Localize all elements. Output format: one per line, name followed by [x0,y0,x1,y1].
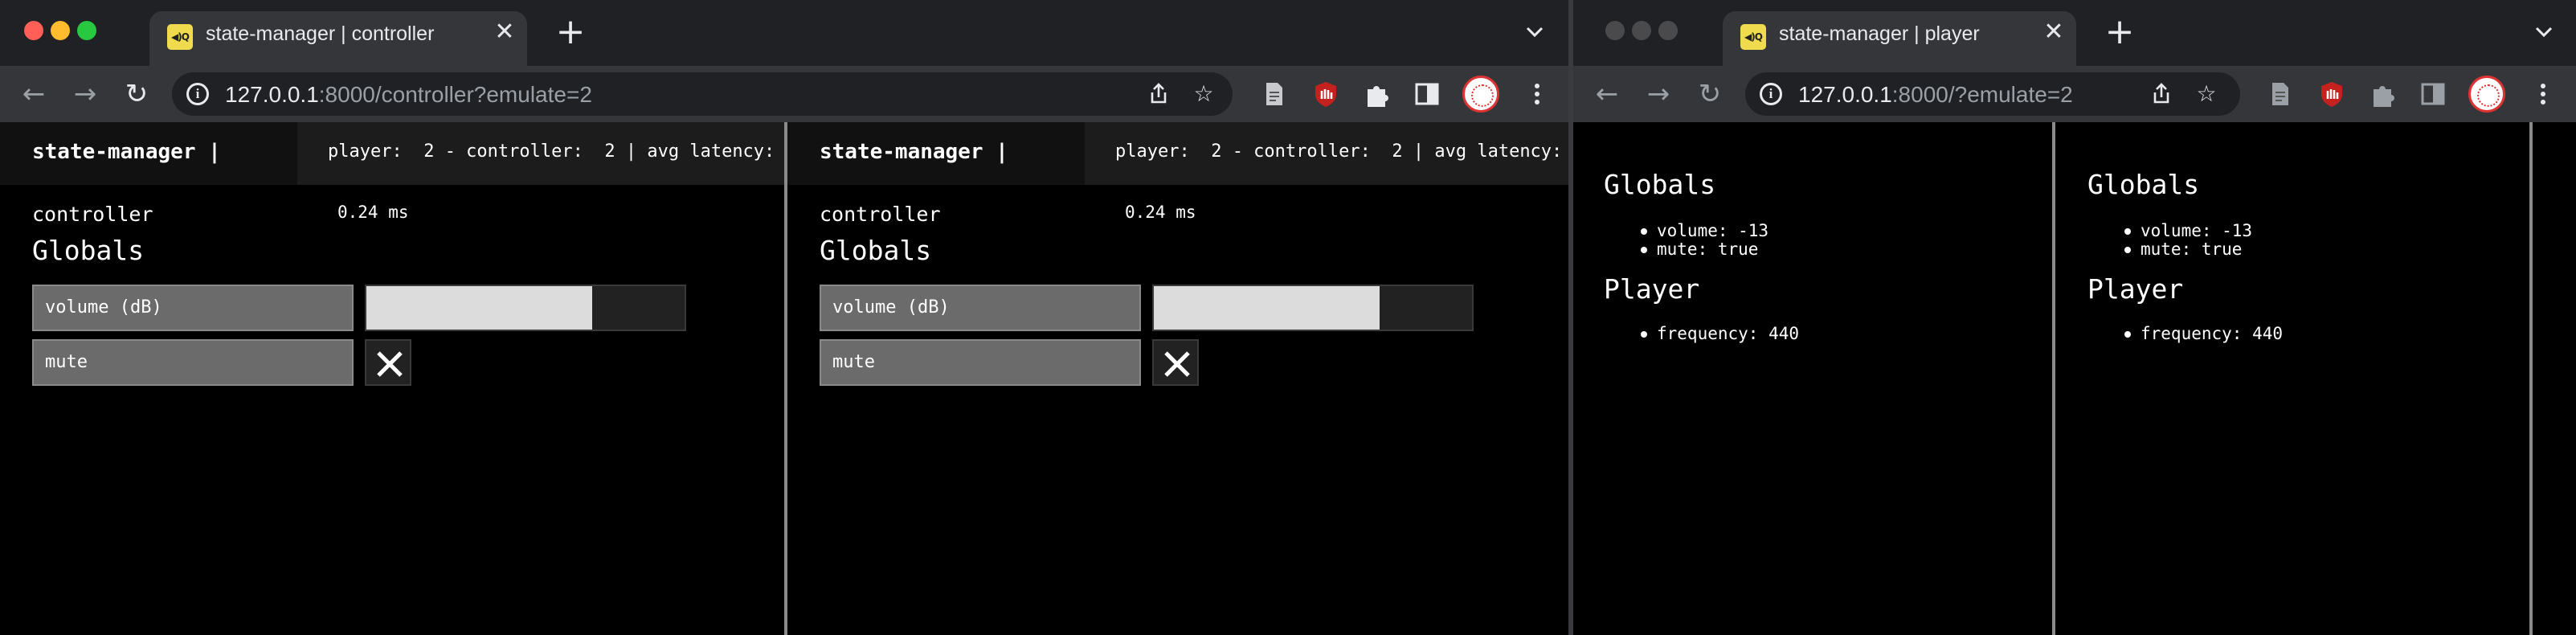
document-icon[interactable] [1260,80,1289,109]
page-viewport: Globals volume: -13 mute: true Player fr… [1573,122,2576,635]
controller-pane: state-manager | player: 2 - controller: … [787,122,1568,635]
player-heading: Player [1604,273,1700,305]
close-icon [377,351,403,377]
app-header: state-manager | player: 2 - controller: … [0,122,784,185]
globals-list: volume: -13 mute: true [1638,222,1768,259]
globals-heading: Globals [2087,169,2200,200]
back-icon[interactable]: ← [16,76,51,112]
close-icon [1164,351,1190,377]
address-bar[interactable]: i 127.0.0.1:8000/controller?emulate=2 ☆ [172,72,1233,116]
mute-toggle[interactable] [1152,339,1199,386]
player-pane: Globals volume: -13 mute: true Player fr… [1573,122,2052,635]
side-panel-icon[interactable] [2419,80,2447,109]
ublock-icon[interactable] [1311,80,1340,109]
browser-toolbar: ← → ↻ i 127.0.0.1:8000/controller?emulat… [0,66,1568,122]
browser-toolbar: ← → ↻ i 127.0.0.1:8000/?emulate=2 ☆ [1573,66,2576,122]
address-bar[interactable]: i 127.0.0.1:8000/?emulate=2 ☆ [1745,72,2240,116]
mute-toggle[interactable] [365,339,411,386]
document-icon[interactable] [2266,80,2295,109]
forward-icon[interactable]: → [67,76,103,112]
tab-strip: ◀)Q state-manager | player ✕ + [1573,0,2576,66]
list-item: mute: true [2121,240,2252,259]
info-icon[interactable]: i [186,83,209,105]
status-bar: player: 2 - controller: 2 | avg latency: [1085,122,1568,185]
player-heading: Player [2087,273,2184,305]
app-title: state-manager | [32,140,221,164]
ublock-icon[interactable] [2317,80,2346,109]
favicon-icon: ◀)Q [1740,24,1766,50]
new-tab-button[interactable]: + [554,14,587,50]
puzzle-icon[interactable] [2369,80,2398,109]
puzzle-icon[interactable] [1363,80,1392,109]
volume-slider[interactable] [365,285,686,331]
mute-label: mute [32,339,354,386]
latency-value: 0.24 ms [1125,203,1196,222]
globals-heading: Globals [820,235,932,266]
volume-slider-fill [366,286,593,330]
app-title: state-manager | [820,140,1008,164]
list-item: mute: true [1638,240,1768,259]
volume-label: volume (dB) [32,285,354,331]
list-item: volume: -13 [1638,222,1768,240]
page-viewport: state-manager | player: 2 - controller: … [0,122,1568,635]
window-maximize-button[interactable] [1658,21,1678,40]
window-minimize-button[interactable] [51,21,70,40]
reload-icon[interactable]: ↻ [1692,76,1728,112]
url-text: 127.0.0.1:8000/controller?emulate=2 [225,82,592,107]
tab-close-icon[interactable]: ✕ [2041,19,2067,45]
avatar[interactable] [2468,76,2505,113]
volume-label: volume (dB) [820,285,1141,331]
avatar[interactable] [1462,76,1499,113]
info-icon[interactable]: i [1760,83,1782,105]
volume-slider[interactable] [1152,285,1474,331]
globals-heading: Globals [1604,169,1716,200]
back-icon[interactable]: ← [1589,76,1625,112]
player-list: frequency: 440 [2121,325,2283,343]
window-close-button[interactable] [24,21,43,40]
client-role: controller [32,203,153,226]
mute-label: mute [820,339,1141,386]
menu-icon[interactable] [1525,82,1549,106]
latency-value: 0.24 ms [337,203,409,222]
player-list: frequency: 440 [1638,325,1799,343]
reload-icon[interactable]: ↻ [119,76,154,112]
volume-slider-fill [1154,286,1380,330]
tab-close-icon[interactable]: ✕ [492,19,517,45]
status-text: player: 2 - controller: 2 | avg latency: [328,141,775,162]
window-minimize-button[interactable] [1632,21,1651,40]
url-text: 127.0.0.1:8000/?emulate=2 [1798,82,2073,107]
forward-icon[interactable]: → [1641,76,1676,112]
player-pane [2533,122,2576,635]
controller-browser-window: ◀)Q state-manager | controller ✕ + ← → ↻… [0,0,1568,635]
status-bar: player: 2 - controller: 2 | avg latency: [297,122,784,185]
tab-title: state-manager | controller [206,23,435,45]
controller-pane: state-manager | player: 2 - controller: … [0,122,784,635]
app-header: state-manager | player: 2 - controller: … [787,122,1568,185]
globals-heading: Globals [32,235,145,266]
globals-list: volume: -13 mute: true [2121,222,2252,259]
share-icon[interactable] [1144,80,1173,109]
share-icon[interactable] [2147,80,2176,109]
chevron-down-icon[interactable] [2534,24,2554,40]
list-item: volume: -13 [2121,222,2252,240]
status-text: player: 2 - controller: 2 | avg latency: [1115,141,1563,162]
tab-player[interactable]: ◀)Q state-manager | player ✕ [1723,11,2076,66]
star-icon[interactable]: ☆ [1189,80,1218,109]
client-role: controller [820,203,941,226]
star-icon[interactable]: ☆ [2192,80,2221,109]
tab-controller[interactable]: ◀)Q state-manager | controller ✕ [149,11,527,66]
side-panel-icon[interactable] [1413,80,1441,109]
new-tab-button[interactable]: + [2104,14,2136,50]
window-close-button[interactable] [1605,21,1625,40]
menu-icon[interactable] [2531,82,2555,106]
player-pane: Globals volume: -13 mute: true Player fr… [2055,122,2529,635]
player-browser-window: ◀)Q state-manager | player ✕ + ← → ↻ i 1… [1573,0,2576,635]
tab-title: state-manager | player [1779,23,1980,45]
tab-strip: ◀)Q state-manager | controller ✕ + [0,0,1568,66]
window-maximize-button[interactable] [77,21,96,40]
favicon-icon: ◀)Q [167,24,193,50]
list-item: frequency: 440 [2121,325,2283,343]
chevron-down-icon[interactable] [1525,24,1544,40]
list-item: frequency: 440 [1638,325,1799,343]
